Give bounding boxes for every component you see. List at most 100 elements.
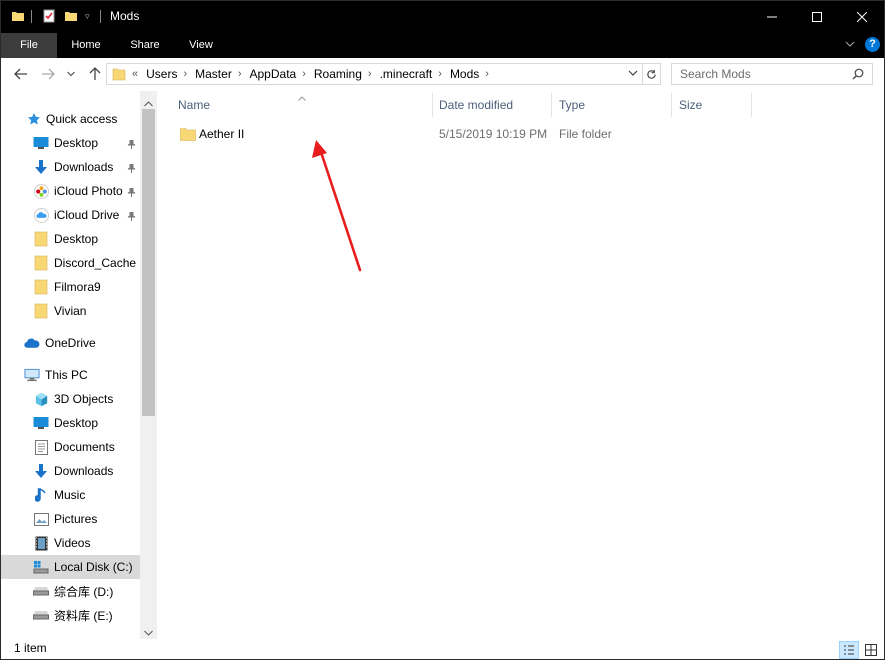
toolbar-divider [100,10,101,23]
back-button[interactable] [11,64,31,84]
column-header-name[interactable]: Name [172,91,432,119]
breadcrumb-chevron-icon[interactable]: › [368,68,372,80]
minimize-button[interactable] [749,1,795,33]
onedrive-cloud-icon [24,335,40,351]
sidebar-item-label: Documents [54,440,115,454]
recent-locations-button[interactable] [64,64,78,84]
column-divider[interactable] [551,93,552,117]
sidebar-item-label: Quick access [46,112,118,126]
breadcrumb-chevron-icon[interactable]: › [438,68,442,80]
tab-share[interactable]: Share [121,33,169,58]
pin-icon[interactable] [126,211,136,221]
folder-icon [11,9,25,23]
breadcrumb-users[interactable]: Users [146,67,177,81]
icloud-photos-icon [33,183,49,199]
star-icon [26,111,42,127]
window-title: Mods [110,9,140,23]
explorer-window: ▿ Mods File Home Share View ? « Users › … [0,0,885,660]
sidebar-item-label: Videos [54,536,91,550]
sidebar-item-label: iCloud Drive [54,208,120,222]
details-view-icon [844,645,854,655]
scrollbar-thumb[interactable] [142,109,155,416]
ribbon-tabs: File Home Share View ? [1,33,884,58]
scroll-up-icon[interactable] [144,96,153,110]
maximize-button[interactable] [794,1,840,33]
close-icon [857,12,867,22]
refresh-button[interactable] [643,63,661,85]
file-date-modified: 5/15/2019 10:19 PM [439,127,548,141]
file-list[interactable]: Name Date modified Type Size Aether II 5… [158,91,884,639]
pin-icon[interactable] [126,163,136,173]
sidebar-item-label: Desktop [54,232,99,246]
details-view-button[interactable] [839,641,859,659]
file-type: File folder [559,127,612,141]
drive-icon [33,607,49,623]
toolbar-divider [31,10,32,23]
breadcrumb-mods[interactable]: Mods [450,67,479,81]
breadcrumb-chevron-icon[interactable]: › [238,68,242,80]
sidebar-item-label: Downloads [54,160,114,174]
pin-icon[interactable] [126,187,136,197]
navigation-pane[interactable]: Quick access Desktop Downloads iCloud Ph… [1,91,157,639]
search-box[interactable] [671,63,873,85]
customize-toolbar-icon[interactable]: ▿ [85,11,90,22]
address-history-dropdown-icon[interactable] [628,69,638,77]
breadcrumb-appdata[interactable]: AppData [250,67,297,81]
breadcrumb-chevron-icon[interactable]: › [485,68,489,80]
forward-button[interactable] [38,64,58,84]
column-divider[interactable] [751,93,752,117]
folder-icon [180,127,196,147]
pin-icon[interactable] [126,139,136,149]
large-icons-view-icon [865,644,877,656]
large-icons-view-button[interactable] [861,641,881,659]
new-folder-icon[interactable] [64,9,78,23]
videos-icon [33,535,49,551]
folder-icon [112,67,126,81]
sidebar-item-label: Desktop [54,136,99,150]
sidebar-scrollbar[interactable] [140,91,157,639]
column-header-date-modified[interactable]: Date modified [433,91,551,119]
sidebar-item-label: Desktop [54,416,99,430]
tab-file[interactable]: File [1,33,57,58]
folder-icon [33,279,49,295]
help-icon[interactable]: ? [865,37,880,52]
breadcrumb-master[interactable]: Master [195,67,232,81]
breadcrumb-chevron-icon[interactable]: › [302,68,306,80]
search-input[interactable] [672,67,842,81]
sidebar-item-label: iCloud Photo [54,184,123,198]
3d-objects-icon [33,391,49,407]
breadcrumb-roaming[interactable]: Roaming [314,67,362,81]
address-overflow[interactable]: « [132,68,138,80]
sidebar-item-label: Music [54,488,86,502]
expand-ribbon-icon[interactable] [845,39,855,52]
breadcrumb-minecraft[interactable]: .minecraft [380,67,433,81]
folder-icon [33,303,49,319]
item-count: 1 item [14,641,47,655]
desktop-icon [33,415,49,431]
scroll-down-icon[interactable] [144,625,153,639]
sidebar-item-label: Downloads [54,464,114,478]
tab-home[interactable]: Home [61,33,111,58]
properties-icon[interactable] [42,9,56,23]
sidebar-item-local-disk-c[interactable]: Local Disk (C:) [1,555,140,579]
tab-view[interactable]: View [179,33,223,58]
address-bar[interactable]: « Users › Master › AppData › Roaming › .… [106,63,643,85]
icloud-drive-icon [33,207,49,223]
forward-arrow-icon [42,68,55,80]
music-icon [33,487,49,503]
breadcrumb-chevron-icon[interactable]: › [183,68,187,80]
sidebar-item-label: 3D Objects [54,392,114,406]
column-header-type[interactable]: Type [553,91,671,119]
title-bar: ▿ Mods [1,1,884,33]
column-divider[interactable] [671,93,672,117]
column-header-size[interactable]: Size [673,91,751,119]
search-icon[interactable] [852,68,864,80]
annotation-arrow-icon [312,140,362,272]
chevron-down-icon [67,71,75,77]
file-name[interactable]: Aether II [199,124,244,144]
sidebar-item-label: Local Disk (C:) [54,560,133,574]
up-arrow-icon [89,67,101,80]
table-row[interactable]: Aether II 5/15/2019 10:19 PM File folder [176,124,736,144]
close-button[interactable] [839,1,884,33]
up-button[interactable] [85,64,105,84]
